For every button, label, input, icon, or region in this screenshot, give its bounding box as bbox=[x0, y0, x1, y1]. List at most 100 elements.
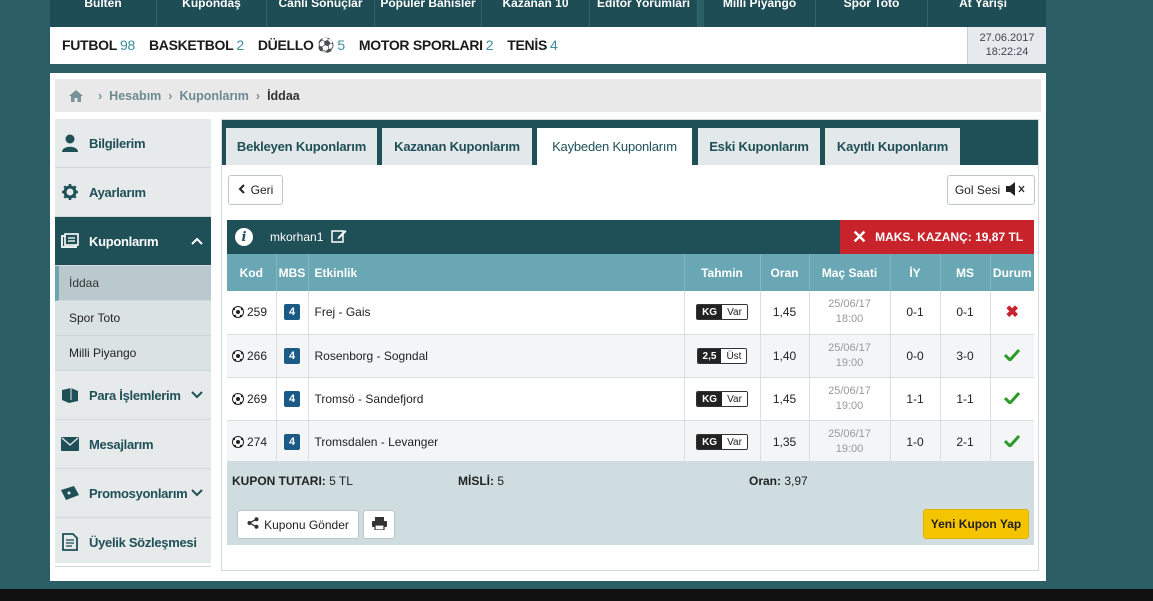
sidebar-item-uyelik-sozlesmesi[interactable]: Üyelik Sözleşmesi bbox=[55, 518, 211, 567]
money-icon bbox=[61, 386, 79, 404]
nav-canli-sonuclar[interactable]: Canlı Sonuçlar bbox=[267, 0, 375, 27]
sidebar-subitem-spor-toto[interactable]: Spor Toto bbox=[55, 301, 211, 336]
top-nav: Bülten Kupondaş Canlı Sonuçlar Popüler B… bbox=[50, 0, 1046, 27]
mbs-badge: 4 bbox=[284, 390, 300, 407]
maks-kazanc-badge: ✕ MAKS. KAZANÇ: 19,87 TL bbox=[840, 220, 1034, 254]
tab-kazanan[interactable]: Kazanan Kuponlarım bbox=[382, 128, 532, 165]
check-icon bbox=[1004, 434, 1021, 450]
sport-basketbol[interactable]: BASKETBOL 2 bbox=[149, 37, 244, 54]
half-time-score: 0-1 bbox=[890, 291, 941, 335]
match-date: 25/06/17 bbox=[828, 384, 871, 397]
full-time-score: 3-0 bbox=[940, 334, 991, 378]
new-coupon-button[interactable]: Yeni Kupon Yap bbox=[923, 509, 1029, 539]
document-icon bbox=[61, 533, 79, 551]
page-bottom-edge bbox=[0, 589, 1153, 601]
main-container: › Hesabım › Kuponlarım › İddaa Bilgileri… bbox=[50, 73, 1046, 581]
sidebar-item-promosyonlarim[interactable]: Promosyonlarım bbox=[55, 469, 211, 518]
sport-motor-sporlari[interactable]: MOTOR SPORLARI 2 bbox=[359, 37, 494, 54]
sidebar-subitem-iddaa[interactable]: İddaa bbox=[55, 266, 211, 301]
prediction-badge: KG Var bbox=[696, 390, 748, 407]
sports-bar: FUTBOL 98 BASKETBOL 2 DÜELLO ⚽ 5 MOTOR SPOR… bbox=[50, 27, 1046, 64]
col-oran: Oran bbox=[760, 254, 810, 291]
coupon-username: mkorhan1 bbox=[270, 230, 324, 244]
chevron-right-icon: › bbox=[98, 88, 103, 103]
datetime-box: 27.06.2017 18:22:24 bbox=[967, 27, 1046, 64]
sidebar-item-para-islemlerim[interactable]: Para İşlemlerim bbox=[55, 371, 211, 420]
tab-bekleyen[interactable]: Bekleyen Kuponlarım bbox=[226, 128, 377, 165]
nav-spor-toto[interactable]: Spor Toto bbox=[816, 0, 928, 27]
col-tahmin: Tahmin bbox=[684, 254, 761, 291]
chevron-up-icon bbox=[191, 233, 203, 248]
event-name[interactable]: Rosenborg - Sogndal bbox=[308, 334, 685, 378]
breadcrumb-iddaa: İddaa bbox=[267, 88, 300, 103]
info-icon[interactable]: i bbox=[235, 228, 253, 246]
tab-kaybeden[interactable]: Kaybeden Kuponlarım bbox=[537, 128, 692, 165]
nav-bulten[interactable]: Bülten bbox=[50, 0, 157, 27]
mbs-badge: 4 bbox=[284, 304, 300, 321]
nav-kazanan-10[interactable]: Kazanan 10 bbox=[482, 0, 590, 27]
coupon-total-odds: Oran: 3,97 bbox=[749, 474, 808, 488]
match-time: 19:00 bbox=[835, 399, 864, 412]
share-coupon-button[interactable]: Kuponu Gönder bbox=[237, 510, 359, 539]
sidebar-item-kuponlarim[interactable]: Kuponlarım bbox=[55, 217, 211, 266]
breadcrumb-hesabim[interactable]: Hesabım bbox=[109, 89, 161, 103]
nav-populer-bahisler[interactable]: Popüler Bahisler bbox=[375, 0, 482, 27]
full-time-score: 1-1 bbox=[940, 377, 991, 421]
col-etkinlik: Etkinlik bbox=[308, 254, 685, 291]
nav-kupondas[interactable]: Kupondaş bbox=[157, 0, 267, 27]
match-time: 19:00 bbox=[835, 442, 864, 455]
nav-milli-piyango[interactable]: Milli Piyango bbox=[704, 0, 816, 27]
edit-icon[interactable] bbox=[331, 228, 347, 247]
nav-at-yarisi[interactable]: At Yarışı bbox=[928, 0, 1038, 27]
current-date: 27.06.2017 bbox=[979, 32, 1035, 44]
print-button[interactable] bbox=[363, 510, 395, 539]
sport-futbol[interactable]: FUTBOL 98 bbox=[62, 37, 135, 54]
event-name[interactable]: Frej - Gais bbox=[308, 291, 685, 335]
full-time-score: 2-1 bbox=[940, 420, 991, 464]
col-mac-saati: Maç Saati bbox=[809, 254, 891, 291]
odds-value: 1,45 bbox=[760, 291, 810, 335]
half-time-score: 1-1 bbox=[890, 377, 941, 421]
half-time-score: 1-0 bbox=[890, 420, 941, 464]
sport-duello[interactable]: DÜELLO ⚽ 5 bbox=[258, 37, 345, 54]
chevron-down-icon bbox=[191, 387, 203, 402]
col-mbs: MBS bbox=[276, 254, 309, 291]
match-time: 19:00 bbox=[835, 356, 864, 369]
sidebar-item-bilgilerim[interactable]: Bilgilerim bbox=[55, 119, 211, 168]
coupons-panel: Bekleyen Kuponlarım Kazanan Kuponlarım K… bbox=[221, 119, 1039, 571]
nav-editor-yorumlari[interactable]: Editör Yorumları bbox=[590, 0, 698, 27]
sidebar-item-mesajlarim[interactable]: Mesajlarım bbox=[55, 420, 211, 469]
gol-sesi-button[interactable]: Gol Sesi bbox=[947, 175, 1035, 205]
coupon-total: KUPON TUTARI: 5 TL bbox=[232, 474, 353, 488]
sport-tenis[interactable]: TENİS 4 bbox=[507, 37, 558, 54]
coupon-header: i mkorhan1 ✕ MAKS. KAZANÇ: 19,87 TL bbox=[227, 220, 1034, 254]
match-date: 25/06/17 bbox=[828, 298, 871, 311]
match-date: 25/06/17 bbox=[828, 427, 871, 440]
tab-eski[interactable]: Eski Kuponlarım bbox=[698, 128, 820, 165]
event-name[interactable]: Tromsö - Sandefjord bbox=[308, 377, 685, 421]
event-name[interactable]: Tromsdalen - Levanger bbox=[308, 420, 685, 464]
back-button[interactable]: Geri bbox=[228, 175, 283, 205]
sidebar-subitem-milli-piyango[interactable]: Milli Piyango bbox=[55, 336, 211, 371]
home-icon[interactable] bbox=[69, 89, 83, 102]
chevron-right-icon: › bbox=[168, 88, 173, 103]
current-time: 18:22:24 bbox=[985, 46, 1029, 58]
coupon-misli: MİSLİ: 5 bbox=[458, 474, 505, 488]
soccer-ball-icon: ⚽ bbox=[317, 37, 335, 53]
sidebar-item-ayarlarim[interactable]: Ayarlarım bbox=[55, 168, 211, 217]
printer-icon bbox=[371, 516, 387, 533]
mbs-badge: 4 bbox=[284, 347, 300, 364]
prediction-badge: KG Var bbox=[696, 304, 748, 321]
odds-value: 1,45 bbox=[760, 377, 810, 421]
tab-kayitli[interactable]: Kayıtlı Kuponlarım bbox=[825, 128, 960, 165]
chevron-left-icon bbox=[238, 183, 246, 197]
half-time-score: 0-0 bbox=[890, 334, 941, 378]
sidebar: Bilgilerim Ayarlarım Kuponlarım İddaa Sp… bbox=[55, 119, 211, 567]
table-row: 269 4 Tromsö - Sandefjord KG Var 1,45 25/… bbox=[227, 377, 1034, 421]
breadcrumb-kuponlarim[interactable]: Kuponlarım bbox=[179, 89, 248, 103]
envelope-icon bbox=[61, 435, 79, 453]
prediction-badge: 2,5 Üst bbox=[696, 347, 748, 364]
gear-icon bbox=[61, 183, 79, 201]
share-icon bbox=[247, 517, 259, 532]
coupon-table: Kod MBS Etkinlik Tahmin Oran Maç Saati İ… bbox=[227, 254, 1034, 464]
